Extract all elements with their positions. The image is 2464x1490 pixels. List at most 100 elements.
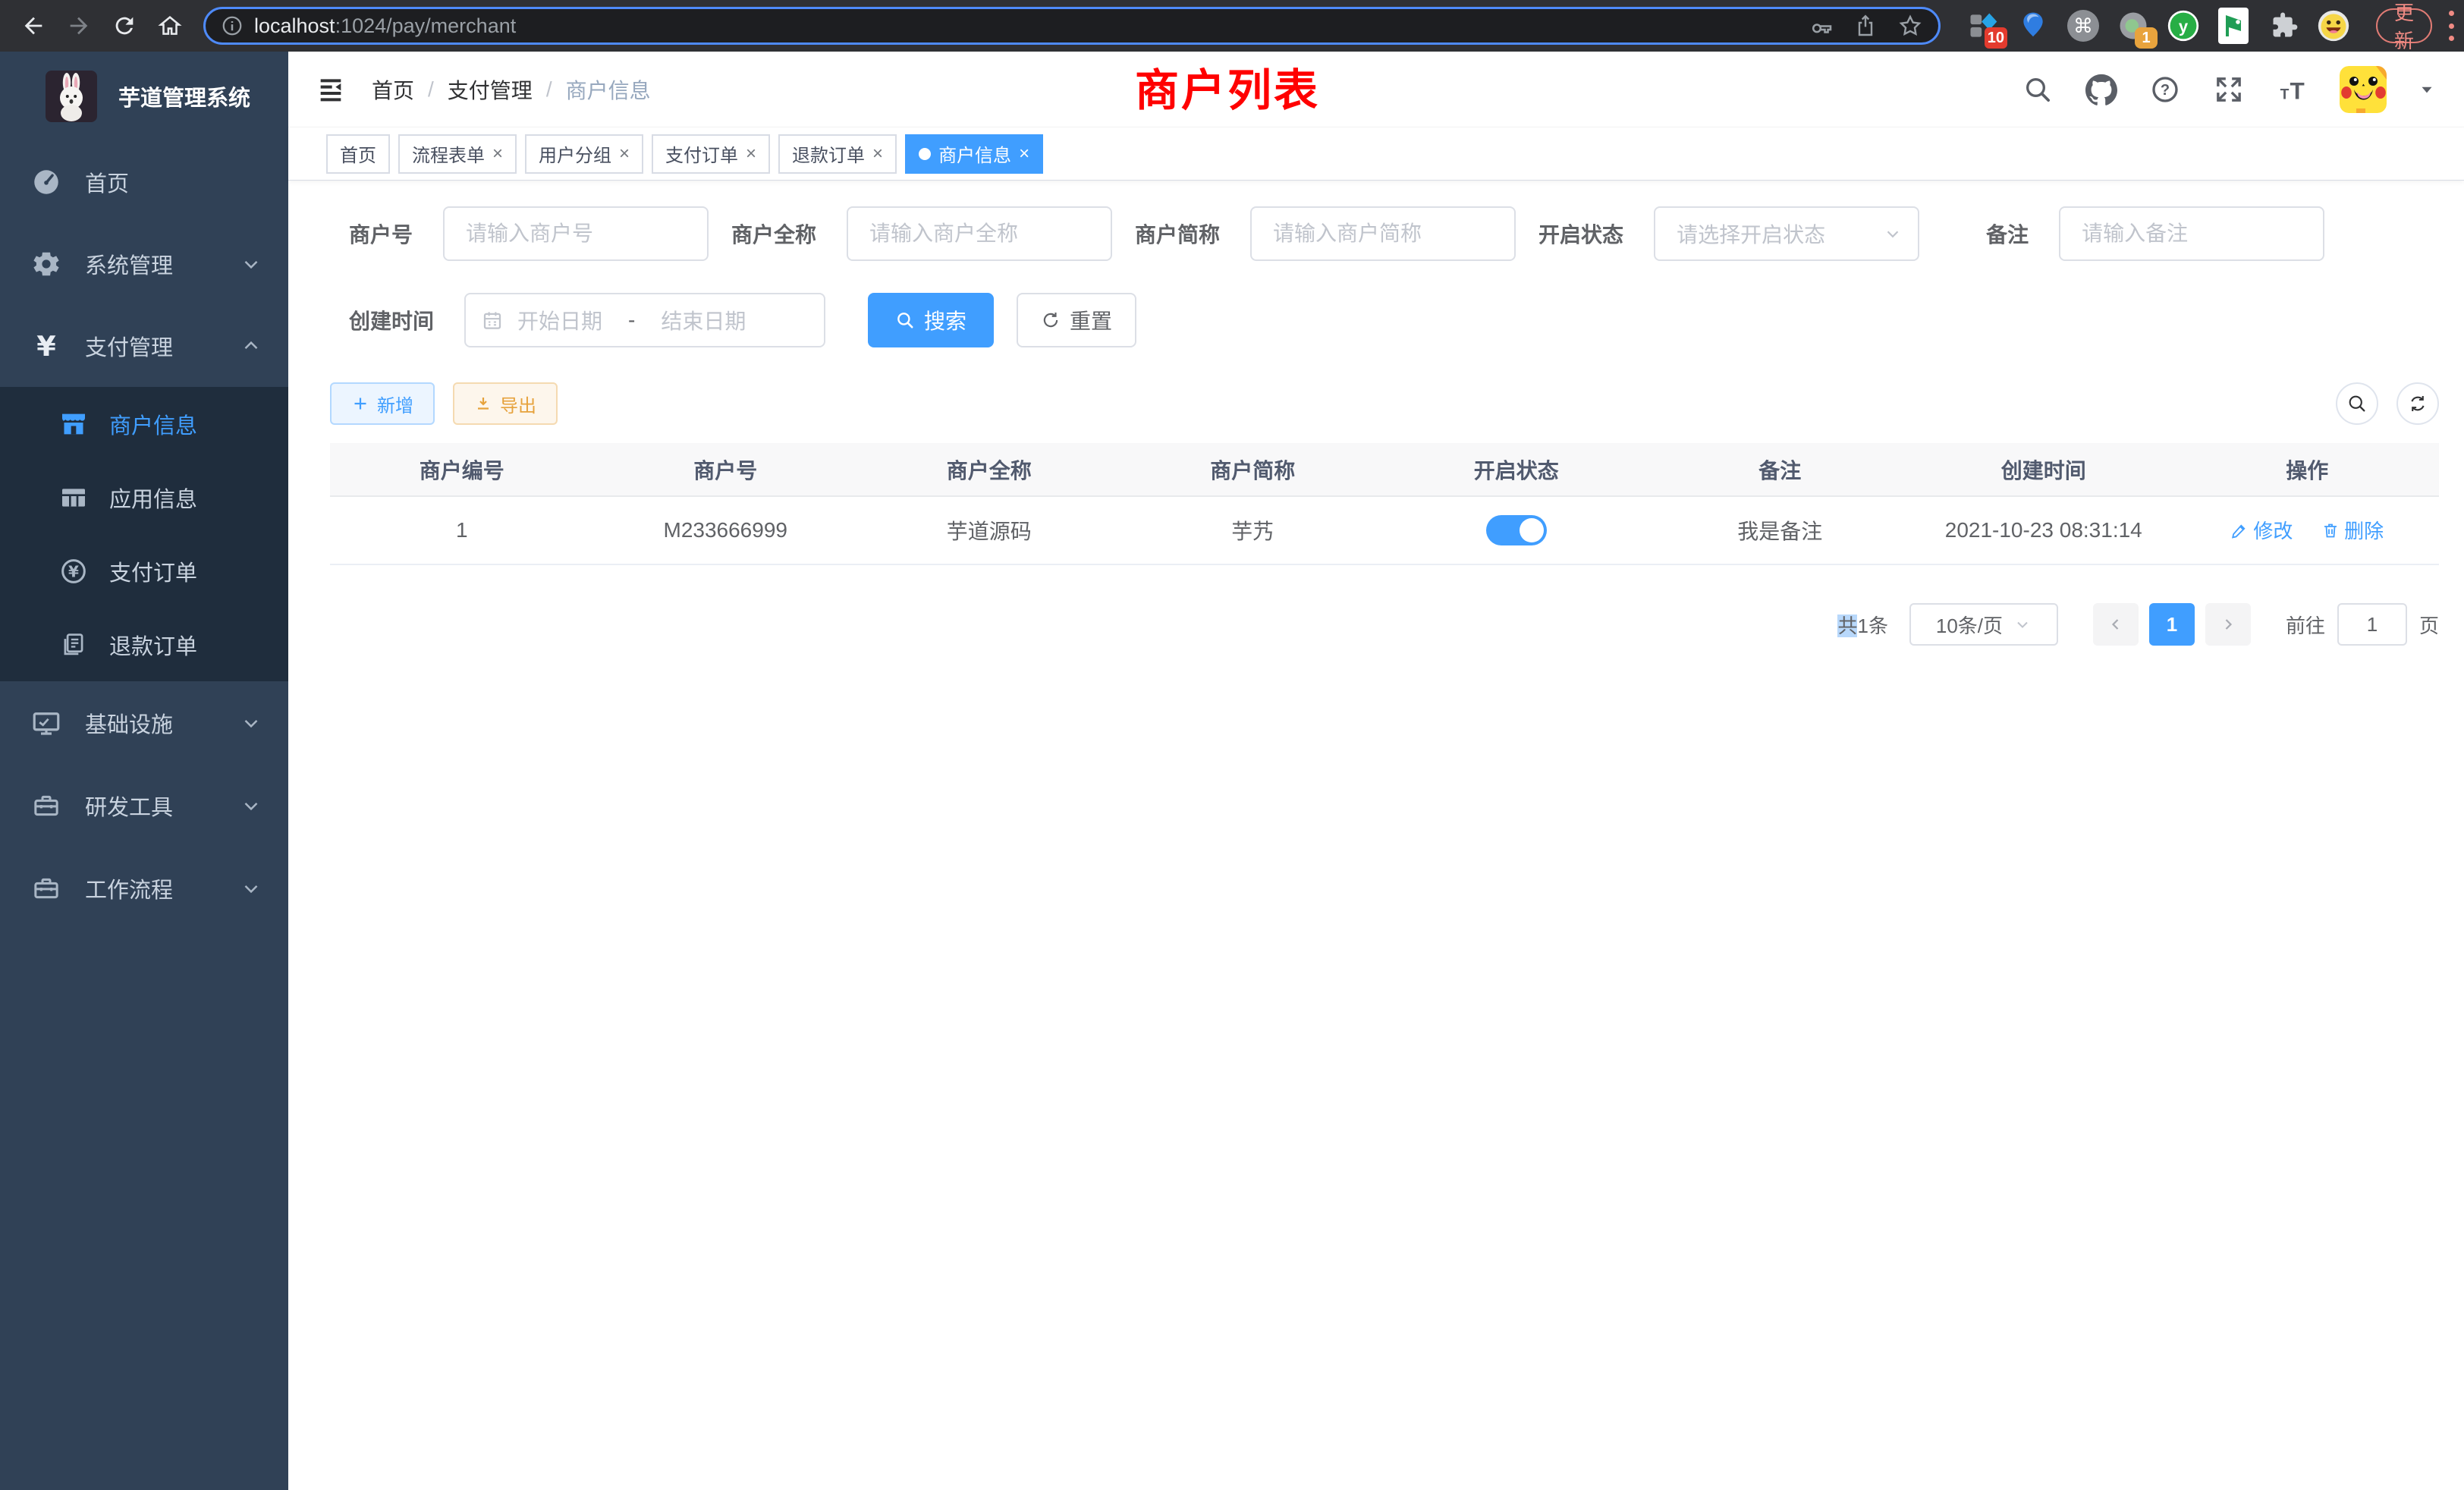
chevron-up-icon xyxy=(240,335,262,357)
extension-balloon-icon[interactable] xyxy=(2016,9,2050,42)
col-actions: 操作 xyxy=(2176,443,2440,496)
url-bar[interactable]: localhost:1024/pay/merchant xyxy=(203,7,1941,45)
chevron-down-icon xyxy=(240,712,262,734)
next-page-button[interactable] xyxy=(2205,603,2251,646)
sidebar-item-app-info[interactable]: 应用信息 xyxy=(0,461,288,534)
tab-user-group[interactable]: 用户分组 × xyxy=(525,134,643,174)
profile-emoji-icon[interactable] xyxy=(2317,9,2350,42)
reset-button[interactable]: 重置 xyxy=(1017,293,1136,347)
table-row: 1 M233666999 芋道源码 芋艿 我是备注 2021-10-23 08:… xyxy=(330,496,2439,564)
sidebar-item-label: 工作流程 xyxy=(85,872,173,904)
search-icon xyxy=(2346,393,2368,414)
tab-refund-order[interactable]: 退款订单 × xyxy=(778,134,897,174)
close-icon[interactable]: × xyxy=(1019,143,1029,165)
shop-icon xyxy=(58,408,90,440)
extension-diamond-icon[interactable]: 10 xyxy=(1966,9,2000,42)
delete-link[interactable]: 删除 xyxy=(2321,516,2384,544)
user-avatar-pikachu[interactable] xyxy=(2340,66,2387,113)
tab-merchant-info[interactable]: 商户信息 × xyxy=(905,134,1043,174)
full-name-input[interactable] xyxy=(847,206,1112,261)
cell-full-name: 芋道源码 xyxy=(857,496,1121,564)
goto-page-input[interactable] xyxy=(2337,603,2407,646)
info-icon[interactable] xyxy=(221,14,244,37)
status-label: 开启状态 xyxy=(1538,218,1654,249)
chevron-left-icon xyxy=(2107,615,2125,633)
extension-y-icon[interactable]: y xyxy=(2167,9,2200,42)
avatar-caret-icon[interactable] xyxy=(2417,80,2437,99)
edit-link[interactable]: 修改 xyxy=(2230,516,2293,544)
breadcrumb-pay[interactable]: 支付管理 xyxy=(448,74,533,105)
extension-flag-icon[interactable] xyxy=(2217,9,2250,42)
refresh-table-button[interactable] xyxy=(2396,382,2439,425)
breadcrumb-separator: / xyxy=(428,77,434,102)
extensions-puzzle-icon[interactable] xyxy=(2267,9,2300,42)
svg-text:¥: ¥ xyxy=(68,562,79,580)
sidebar-item-devtools[interactable]: 研发工具 xyxy=(0,764,288,847)
logo-row[interactable]: 芋道管理系统 xyxy=(0,52,288,141)
remark-label: 备注 xyxy=(1986,218,2059,249)
browser-update-button[interactable]: 更新 xyxy=(2376,8,2432,43)
back-icon[interactable] xyxy=(14,6,53,46)
help-icon[interactable]: ? xyxy=(2148,73,2182,106)
download-icon xyxy=(474,395,492,413)
sidebar-item-refund-order[interactable]: 退款订单 xyxy=(0,608,288,681)
sidebar-collapse-icon[interactable] xyxy=(314,73,347,106)
gear-icon xyxy=(29,247,64,281)
merchant-no-input[interactable] xyxy=(443,206,709,261)
close-icon[interactable]: × xyxy=(746,143,756,165)
sidebar-item-pay[interactable]: ¥ 支付管理 xyxy=(0,305,288,387)
page-number-button[interactable]: 1 xyxy=(2149,603,2195,646)
chevron-down-icon xyxy=(240,794,262,817)
share-icon[interactable] xyxy=(1853,14,1878,38)
tab-pay-order[interactable]: 支付订单 × xyxy=(652,134,770,174)
fullscreen-icon[interactable] xyxy=(2212,73,2246,106)
sidebar-item-system[interactable]: 系统管理 xyxy=(0,223,288,305)
app-title: 芋道管理系统 xyxy=(118,80,250,112)
forward-icon[interactable] xyxy=(59,6,99,46)
sidebar-item-pay-order[interactable]: ¥ 支付订单 xyxy=(0,534,288,608)
bookmark-star-icon[interactable] xyxy=(1897,13,1923,39)
add-button[interactable]: 新增 xyxy=(330,382,435,425)
github-icon[interactable] xyxy=(2085,73,2118,106)
toggle-search-button[interactable] xyxy=(2336,382,2378,425)
browser-menu-icon[interactable] xyxy=(2449,11,2454,41)
toolbox-icon xyxy=(29,871,64,906)
remark-input[interactable] xyxy=(2059,206,2324,261)
sidebar-item-infra[interactable]: 基础设施 xyxy=(0,681,288,764)
svg-text:?: ? xyxy=(2161,82,2170,99)
export-button[interactable]: 导出 xyxy=(453,382,558,425)
password-key-icon[interactable] xyxy=(1809,14,1834,38)
status-toggle[interactable] xyxy=(1486,515,1547,545)
end-date-placeholder: 结束日期 xyxy=(661,305,746,335)
breadcrumb-home[interactable]: 首页 xyxy=(372,74,414,105)
close-icon[interactable]: × xyxy=(872,143,883,165)
close-icon[interactable]: × xyxy=(619,143,630,165)
cell-create-time: 2021-10-23 08:31:14 xyxy=(1912,496,2176,564)
col-create-time: 创建时间 xyxy=(1912,443,2176,496)
close-icon[interactable]: × xyxy=(492,143,503,165)
tab-home[interactable]: 首页 xyxy=(326,134,390,174)
tab-label: 流程表单 xyxy=(412,140,485,167)
extension-record-icon[interactable]: 1 xyxy=(2117,9,2150,42)
sidebar-item-label: 首页 xyxy=(85,166,129,198)
status-select[interactable]: 请选择开启状态 xyxy=(1654,206,1919,261)
reload-icon[interactable] xyxy=(105,6,144,46)
pencil-icon xyxy=(2230,521,2249,539)
short-name-input[interactable] xyxy=(1250,206,1516,261)
prev-page-button[interactable] xyxy=(2093,603,2139,646)
font-size-icon[interactable]: T T xyxy=(2276,73,2309,106)
home-icon[interactable] xyxy=(150,6,190,46)
sidebar-item-home[interactable]: 首页 xyxy=(0,141,288,223)
extension-command-icon[interactable]: ⌘ xyxy=(2066,9,2100,42)
search-button[interactable]: 搜索 xyxy=(868,293,994,347)
sidebar-item-workflow[interactable]: 工作流程 xyxy=(0,847,288,929)
create-time-range-picker[interactable]: 开始日期 - 结束日期 xyxy=(464,293,825,347)
page-size-select[interactable]: 10条/页 xyxy=(1909,603,2058,646)
filter-form: 商户号 商户全称 商户简称 开启状态 请选择开启状态 xyxy=(349,206,2439,347)
sidebar-item-label: 支付管理 xyxy=(85,330,173,362)
refresh-icon xyxy=(2407,393,2428,414)
chevron-down-icon xyxy=(240,253,262,275)
search-icon[interactable] xyxy=(2021,73,2054,106)
tab-process-form[interactable]: 流程表单 × xyxy=(398,134,517,174)
sidebar-item-merchant-info[interactable]: 商户信息 xyxy=(0,387,288,461)
